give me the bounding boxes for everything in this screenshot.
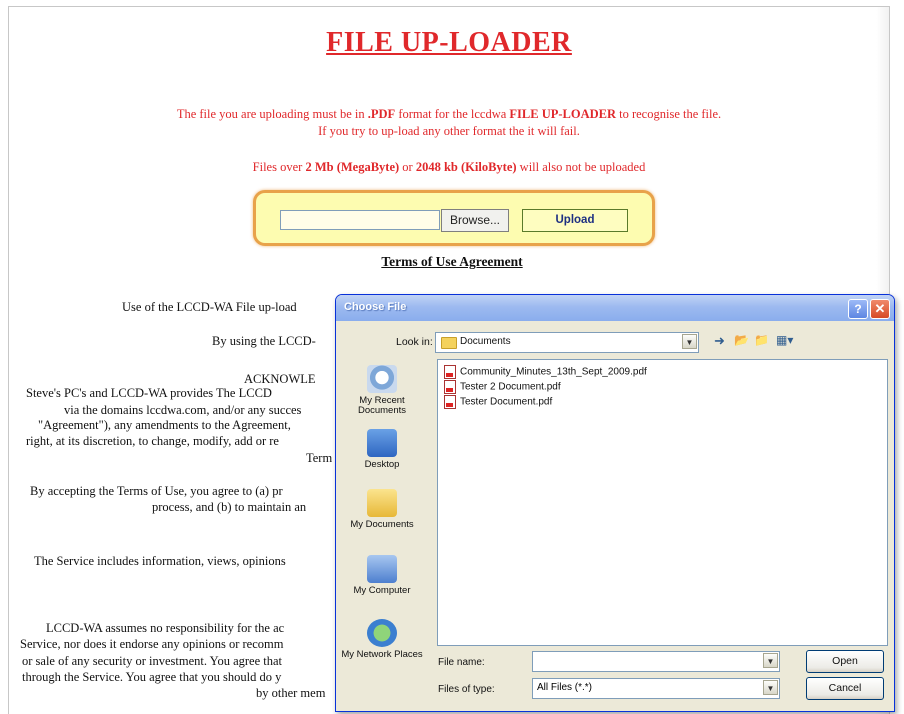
place-my-network-places[interactable]: My Network Places: [339, 619, 425, 660]
back-arrow-icon[interactable]: ➜: [714, 333, 725, 349]
terms-line: By accepting the Terms of Use, you agree…: [30, 484, 283, 498]
new-folder-icon[interactable]: 📁: [754, 333, 769, 347]
terms-line: "Agreement"), any amendments to the Agre…: [38, 418, 291, 432]
terms-line: Service, nor does it endorse any opinion…: [20, 637, 284, 651]
terms-line: LCCD-WA assumes no responsibility for th…: [46, 621, 285, 635]
pdf-file-icon: [444, 380, 456, 394]
terms-line: Term: [306, 451, 333, 465]
file-item[interactable]: Tester 2 Document.pdf: [444, 380, 561, 394]
terms-line: via the domains lccdwa.com, and/or any s…: [64, 403, 302, 417]
pdf-file-icon: [444, 395, 456, 409]
terms-line: process, and (b) to maintain an: [152, 500, 307, 514]
pdf-file-icon: [444, 365, 456, 379]
cancel-button[interactable]: Cancel: [806, 677, 884, 700]
up-folder-icon[interactable]: 📂: [734, 333, 749, 347]
terms-line: right, at its discretion, to change, mod…: [26, 434, 279, 448]
open-button[interactable]: Open: [806, 650, 884, 673]
close-button[interactable]: ✕: [870, 299, 890, 319]
help-button[interactable]: ?: [848, 299, 868, 319]
file-name-label: File name:: [438, 657, 485, 668]
place-desktop[interactable]: Desktop: [339, 429, 425, 470]
terms-heading: Terms of Use Agreement: [381, 254, 523, 269]
dialog-title: Choose File: [344, 301, 407, 313]
browse-button[interactable]: Browse...: [441, 209, 509, 232]
file-item[interactable]: Tester Document.pdf: [444, 395, 552, 409]
my-computer-icon: [367, 555, 397, 583]
terms-line: By using the LCCD-: [212, 334, 316, 348]
terms-line: through the Service. You agree that you …: [22, 670, 282, 684]
format-warning: If you try to up-load any other format t…: [318, 124, 580, 138]
terms-line: ACKNOWLE: [244, 372, 316, 386]
place-my-recent-documents[interactable]: My Recent Documents: [339, 365, 425, 416]
choose-file-dialog: Choose File ? ✕ Look in: Documents ▼ ➜ 📂…: [335, 294, 895, 712]
place-my-computer[interactable]: My Computer: [339, 555, 425, 596]
size-notice: Files over 2 Mb (MegaByte) or 2048 kb (K…: [252, 160, 646, 174]
file-name-input[interactable]: ▼: [532, 651, 780, 672]
file-item[interactable]: Community_Minutes_13th_Sept_2009.pdf: [444, 365, 647, 379]
upload-button[interactable]: Upload: [522, 209, 628, 232]
look-in-dropdown[interactable]: Documents ▼: [435, 332, 699, 353]
terms-line: by other mem: [256, 686, 326, 700]
files-of-type-dropdown[interactable]: All Files (*.*) ▼: [532, 678, 780, 699]
recent-documents-icon: [367, 365, 397, 393]
files-of-type-label: Files of type:: [438, 684, 495, 695]
network-places-icon: [367, 619, 397, 647]
place-my-documents[interactable]: My Documents: [339, 489, 425, 530]
look-in-label: Look in:: [396, 336, 433, 348]
desktop-icon: [367, 429, 397, 457]
places-bar: My Recent Documents Desktop My Documents…: [339, 357, 425, 709]
my-documents-icon: [367, 489, 397, 517]
view-menu-icon[interactable]: ▦▾: [776, 333, 793, 347]
chevron-down-icon[interactable]: ▼: [682, 334, 697, 349]
terms-line: Steve's PC's and LCCD-WA provides The LC…: [26, 386, 272, 400]
look-in-value: Documents: [460, 336, 511, 347]
dialog-titlebar[interactable]: Choose File ? ✕: [336, 295, 894, 321]
page-title: FILE UP-LOADER: [326, 27, 572, 58]
file-list[interactable]: Community_Minutes_13th_Sept_2009.pdf Tes…: [437, 359, 888, 646]
folder-icon: [441, 337, 457, 349]
format-notice: The file you are uploading must be in .P…: [176, 107, 722, 121]
terms-line: or sale of any security or investment. Y…: [22, 654, 283, 668]
chevron-down-icon[interactable]: ▼: [763, 653, 778, 668]
file-path-input[interactable]: [280, 210, 440, 230]
terms-line: The Service includes information, views,…: [34, 554, 286, 568]
terms-line: Use of the LCCD-WA File up-load: [122, 300, 297, 314]
chevron-down-icon[interactable]: ▼: [763, 680, 778, 695]
